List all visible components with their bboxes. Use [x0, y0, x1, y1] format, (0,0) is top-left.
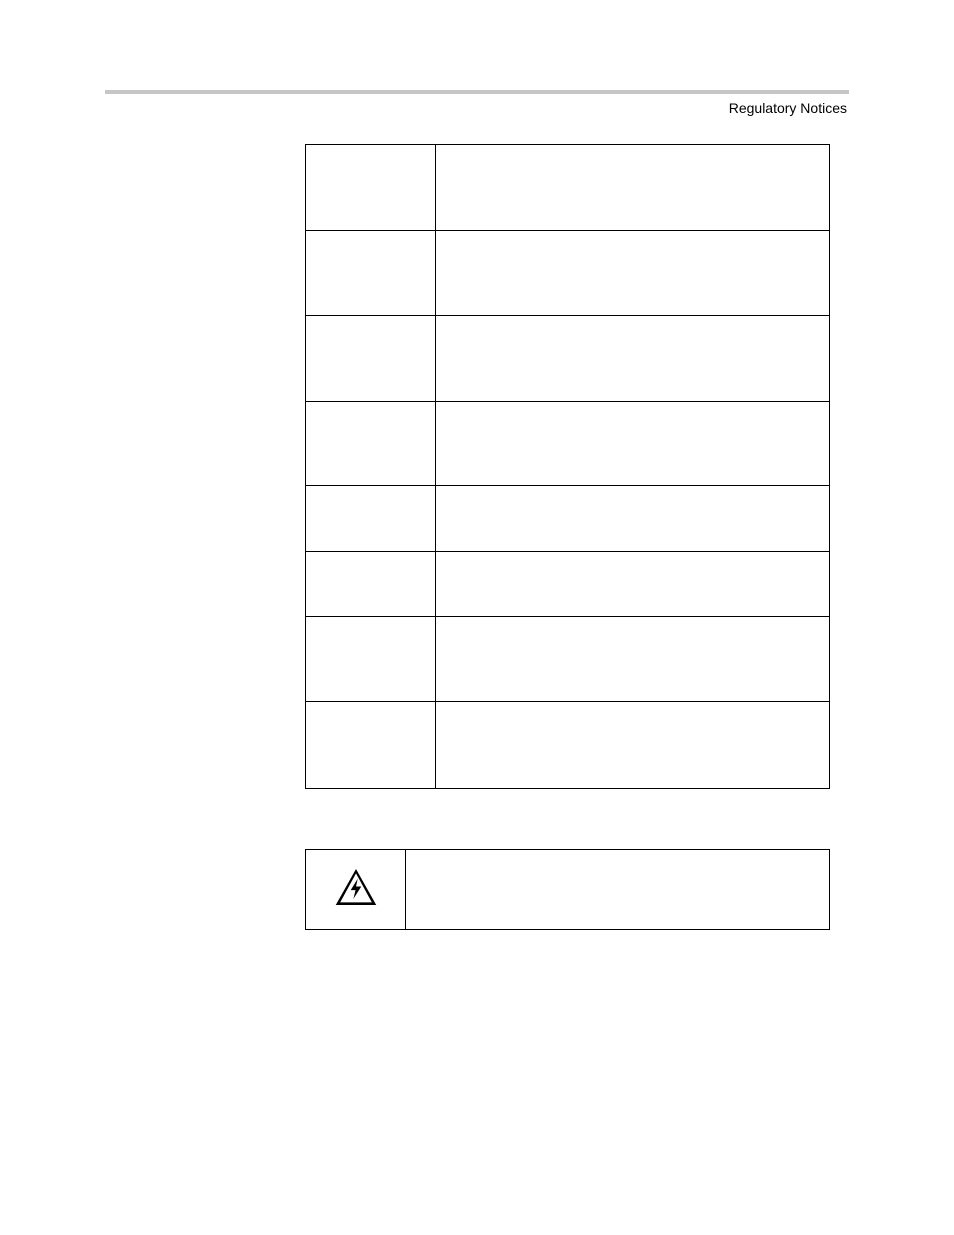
table-cell-country — [306, 617, 436, 702]
table-row — [306, 145, 830, 231]
table-cell-country — [306, 316, 436, 402]
table-cell-country — [306, 402, 436, 486]
table-cell-country — [306, 552, 436, 617]
table-row — [306, 402, 830, 486]
warning-table — [305, 849, 830, 930]
table-cell-country — [306, 231, 436, 316]
table-cell-text — [436, 231, 830, 316]
table-cell-text — [436, 617, 830, 702]
table-cell-text — [436, 145, 830, 231]
header-divider — [105, 90, 849, 94]
table-row — [306, 231, 830, 316]
warning-row — [306, 850, 830, 930]
table-row — [306, 316, 830, 402]
table-row — [306, 617, 830, 702]
table-cell-text — [436, 402, 830, 486]
electrical-hazard-icon — [334, 867, 378, 912]
table-row — [306, 552, 830, 617]
table-cell-country — [306, 486, 436, 552]
table-cell-country — [306, 702, 436, 789]
table-cell-text — [436, 486, 830, 552]
table-cell-country — [306, 145, 436, 231]
table-row — [306, 702, 830, 789]
table-cell-text — [436, 552, 830, 617]
regulatory-table — [305, 144, 830, 789]
table-cell-text — [436, 316, 830, 402]
table-row — [306, 486, 830, 552]
warning-icon-cell — [306, 850, 406, 930]
header-section-title: Regulatory Notices — [105, 100, 849, 116]
warning-text-cell — [406, 850, 830, 930]
table-cell-text — [436, 702, 830, 789]
